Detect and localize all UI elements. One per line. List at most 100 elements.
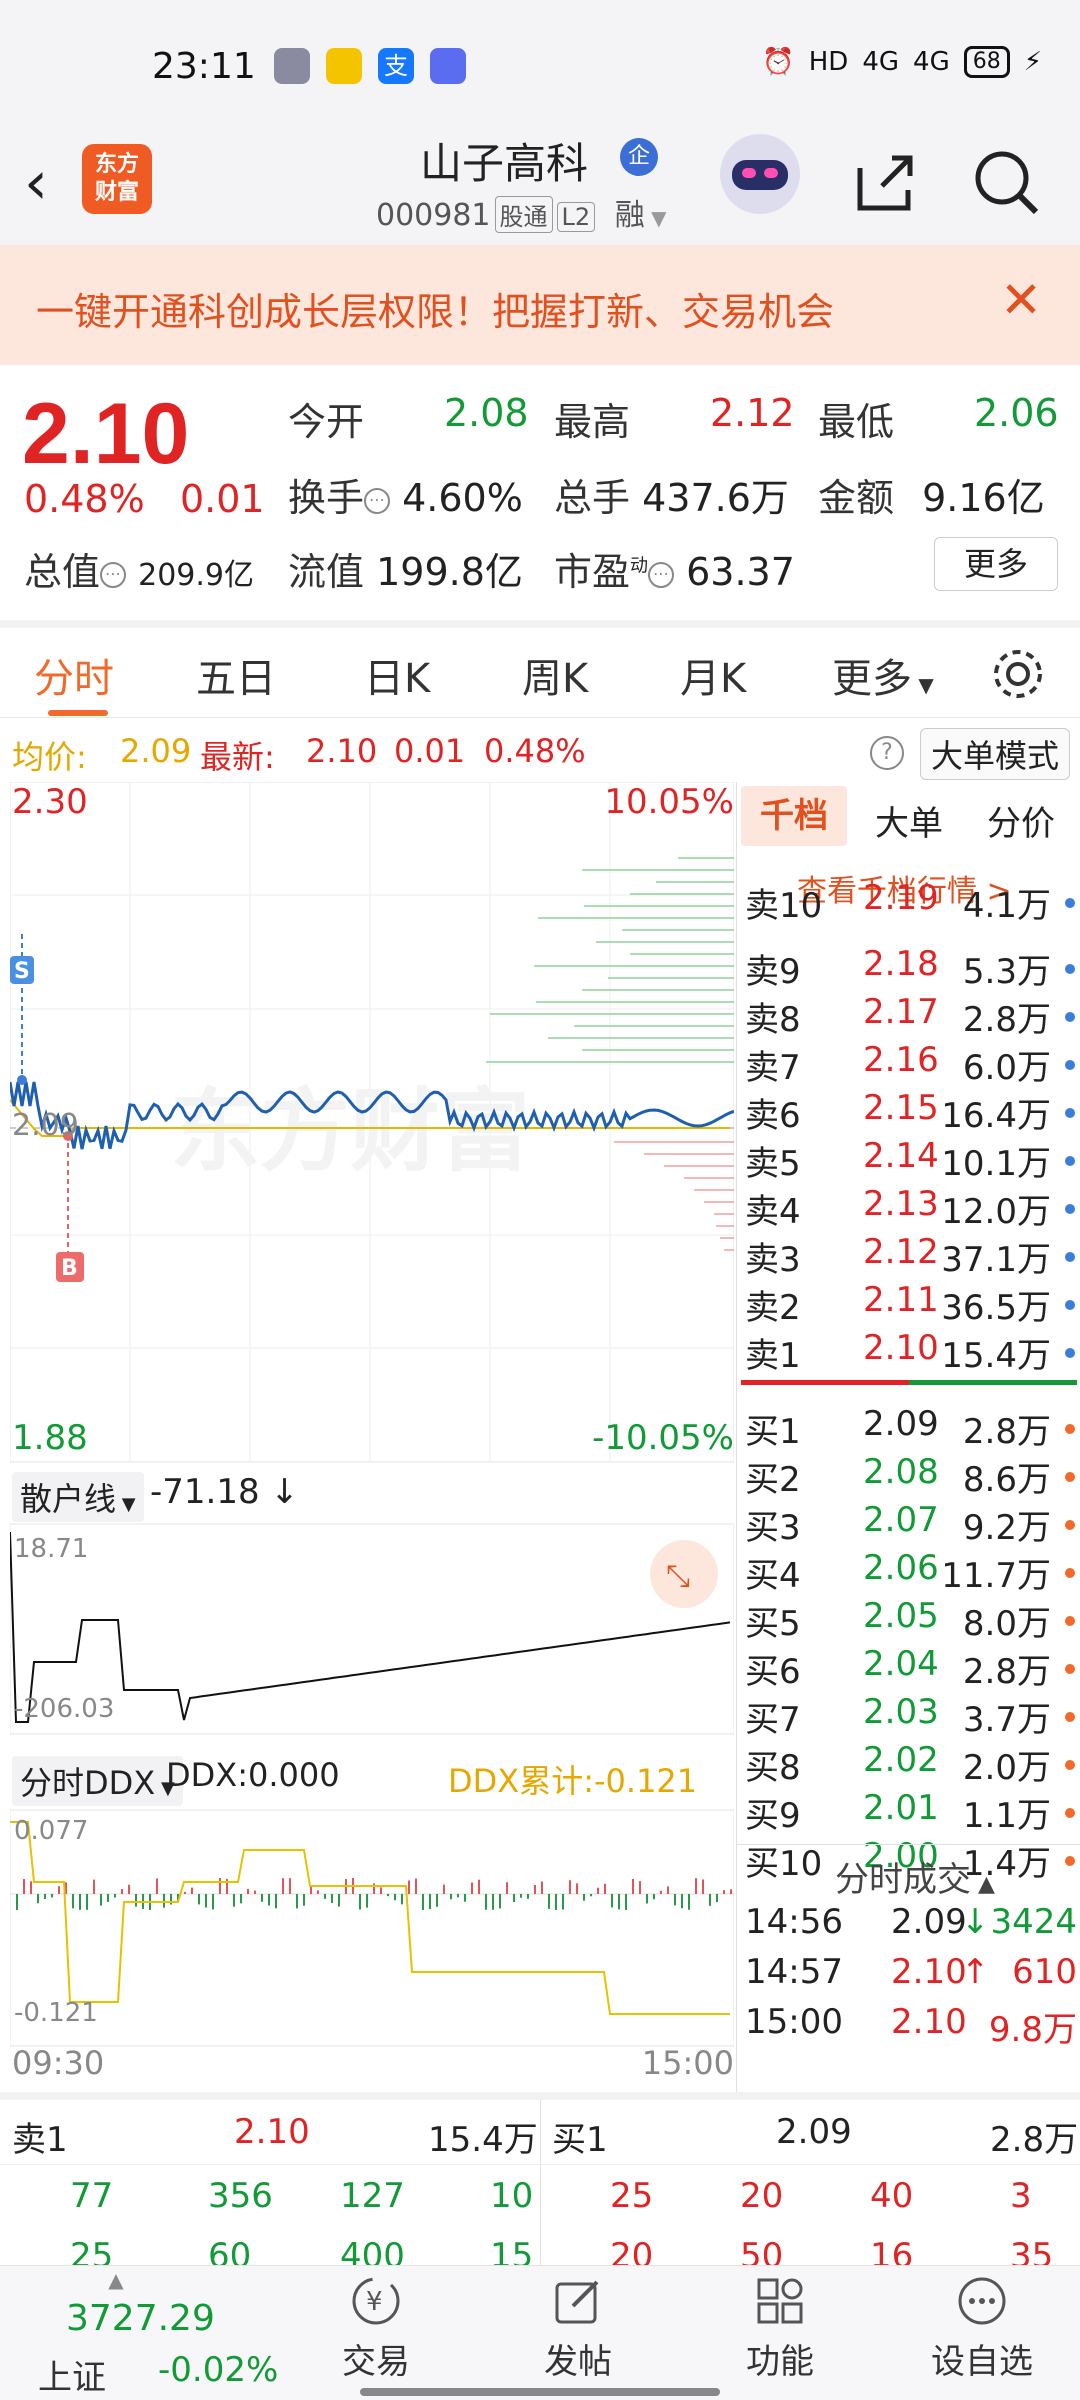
mid-price-label: 2.09 <box>12 1108 79 1143</box>
buy-queue-cell: 20 <box>740 2176 784 2216</box>
level-price: 2.08 <box>863 1452 939 1492</box>
latest-value: 2.10 <box>306 732 378 770</box>
nav-post[interactable]: 发帖 <box>518 2274 638 2383</box>
tag-margin[interactable]: 融 <box>615 198 645 233</box>
enterprise-badge: 企 <box>620 138 658 176</box>
ddx-cum: DDX累计:-0.121 <box>448 1762 698 1800</box>
sell-level-row[interactable]: 卖6 2.15 16.4万 <box>745 1088 1077 1136</box>
float-block: 流值 199.8亿 <box>288 541 523 596</box>
level-dot <box>1065 898 1075 908</box>
deals-title-text: 分时成交 <box>835 1860 971 1900</box>
ddx-selector[interactable]: 分时DDX ▼ <box>12 1756 183 1806</box>
bottom-pct-label: -10.05% <box>592 1418 734 1458</box>
buy-level-row[interactable]: 买7 2.03 3.7万 <box>745 1692 1077 1740</box>
ddx-bar <box>709 1894 711 1906</box>
index-change[interactable]: -0.02% <box>158 2350 278 2390</box>
sell-level-row[interactable]: 卖5 2.14 10.1万 <box>745 1136 1077 1184</box>
amount-value: 9.16亿 <box>922 476 1045 520</box>
level-name: 卖7 <box>745 1048 801 1088</box>
level-price: 2.12 <box>863 1232 939 1272</box>
level-dot <box>1065 1808 1075 1818</box>
tab-daily-k[interactable]: 日K <box>364 646 430 704</box>
float-value: 199.8亿 <box>376 550 523 594</box>
sell-level-row[interactable]: 卖9 2.18 5.3万 <box>745 944 1077 992</box>
tab-price-distribution[interactable]: 分价 <box>987 796 1055 845</box>
nav-trade[interactable]: ¥ 交易 <box>316 2274 436 2383</box>
nav-functions[interactable]: 功能 <box>720 2274 840 2383</box>
sell-level-row[interactable]: 卖10 2.19 4.1万 <box>745 878 1077 926</box>
sell-level-row[interactable]: 卖7 2.16 6.0万 <box>745 1040 1077 1088</box>
tab-more[interactable]: 更多 ▼ <box>832 646 934 704</box>
ddx-bar <box>135 1894 137 1907</box>
level-name: 买3 <box>745 1508 801 1548</box>
promo-text[interactable]: 一键开通科创成长层权限！把握打新、交易机会 <box>36 281 834 336</box>
info-icon-2[interactable]: ⋯ <box>364 487 391 514</box>
info-icon[interactable]: ⋯ <box>100 561 127 588</box>
buy-level-row[interactable]: 买1 2.09 2.8万 <box>745 1404 1077 1452</box>
retail-line-selector[interactable]: 散户线 ▼ <box>12 1472 144 1522</box>
level-volume: 3.7万 <box>962 1700 1051 1740</box>
assistant-robot-icon[interactable] <box>720 134 800 214</box>
info-icon-3[interactable]: ⋯ <box>648 561 675 588</box>
buy-level-row[interactable]: 买4 2.06 11.7万 <box>745 1548 1077 1596</box>
sell-level-row[interactable]: 卖2 2.11 36.5万 <box>745 1280 1077 1328</box>
promo-banner[interactable]: 一键开通科创成长层权限！把握打新、交易机会 ✕ <box>0 245 1080 365</box>
close-icon[interactable]: ✕ <box>1000 271 1042 329</box>
expand-icon[interactable]: ⤡ <box>666 1559 690 1594</box>
level-volume: 10.1万 <box>941 1144 1051 1184</box>
eastmoney-logo[interactable]: 东方 财富 <box>82 144 152 214</box>
ddx-bar <box>394 1894 396 1901</box>
index-name[interactable]: 上证 <box>38 2350 106 2399</box>
sell-level-row[interactable]: 卖1 2.10 15.4万 <box>745 1328 1077 1376</box>
level-price: 2.07 <box>863 1500 939 1540</box>
ddx-bar <box>93 1879 95 1894</box>
stock-header: ‹ 东方 财富 山子高科 企 000981 股通 L2 融 ▼ <box>0 130 1080 245</box>
caret-down-icon[interactable]: ▼ <box>645 206 666 230</box>
share-icon[interactable] <box>852 150 918 216</box>
buy-level-row[interactable]: 买8 2.02 2.0万 <box>745 1740 1077 1788</box>
open-label: 今开 <box>288 400 365 444</box>
ddx-bar <box>261 1894 263 1902</box>
ddx-bar <box>324 1894 326 1899</box>
ddx-bar <box>205 1894 207 1908</box>
tab-five-day[interactable]: 五日 <box>196 646 276 704</box>
tab-thousand-levels[interactable]: 千档 <box>741 786 847 846</box>
ddx-bar <box>296 1894 298 1909</box>
sell-level-row[interactable]: 卖4 2.13 12.0万 <box>745 1184 1077 1232</box>
buy-level-row[interactable]: 买5 2.05 8.0万 <box>745 1596 1077 1644</box>
intraday-chart[interactable]: 东方财富 S B ⤡ 2.30 10.05% 2.09 1.88 -10.05%… <box>8 781 735 2082</box>
ddx-bar <box>527 1894 529 1899</box>
quick-sell-vol: 15.4万 <box>428 2120 538 2160</box>
search-icon[interactable] <box>972 148 1042 218</box>
level-volume: 2.0万 <box>962 1748 1051 1788</box>
more-button[interactable]: 更多 <box>934 537 1058 591</box>
ddx-bar <box>457 1894 459 1898</box>
tab-intraday[interactable]: 分时 <box>34 646 114 704</box>
tab-monthly-k[interactable]: 月K <box>680 646 746 704</box>
level-name: 买9 <box>745 1796 801 1836</box>
caret-up-icon[interactable]: ▲ <box>46 2268 186 2292</box>
buy-level-row[interactable]: 买6 2.04 2.8万 <box>745 1644 1077 1692</box>
level-volume: 5.3万 <box>962 952 1051 992</box>
tab-big-orders[interactable]: 大单 <box>875 796 943 845</box>
nav-watchlist[interactable]: 设自选 <box>922 2274 1042 2383</box>
ddx-bar <box>233 1894 235 1907</box>
level-dot <box>1065 1664 1075 1674</box>
level-price: 2.09 <box>863 1404 939 1444</box>
time-start: 09:30 <box>12 2044 105 2082</box>
gear-icon[interactable] <box>990 646 1046 702</box>
sell-level-row[interactable]: 卖8 2.17 2.8万 <box>745 992 1077 1040</box>
deals-title[interactable]: 分时成交 ▲ <box>835 1852 995 1901</box>
chevron-left-icon[interactable]: ‹ <box>24 148 48 218</box>
help-icon[interactable]: ? <box>870 736 904 770</box>
buy-level-row[interactable]: 买9 2.01 1.1万 <box>745 1788 1077 1836</box>
quick-book: 卖1 2.10 15.4万 买1 2.09 2.8万 77 356 127 10 25 6… <box>0 2092 1080 2276</box>
buy-level-row[interactable]: 买2 2.08 8.6万 <box>745 1452 1077 1500</box>
big-order-mode-button[interactable]: 大单模式 <box>919 728 1070 780</box>
buy-level-row[interactable]: 买3 2.07 9.2万 <box>745 1500 1077 1548</box>
index-value[interactable]: 3727.29 <box>66 2298 215 2339</box>
tab-weekly-k[interactable]: 周K <box>522 646 588 704</box>
sell-level-row[interactable]: 卖3 2.12 37.1万 <box>745 1232 1077 1280</box>
level-price: 2.04 <box>863 1644 939 1684</box>
quick-sell-label: 卖1 <box>12 2120 68 2160</box>
